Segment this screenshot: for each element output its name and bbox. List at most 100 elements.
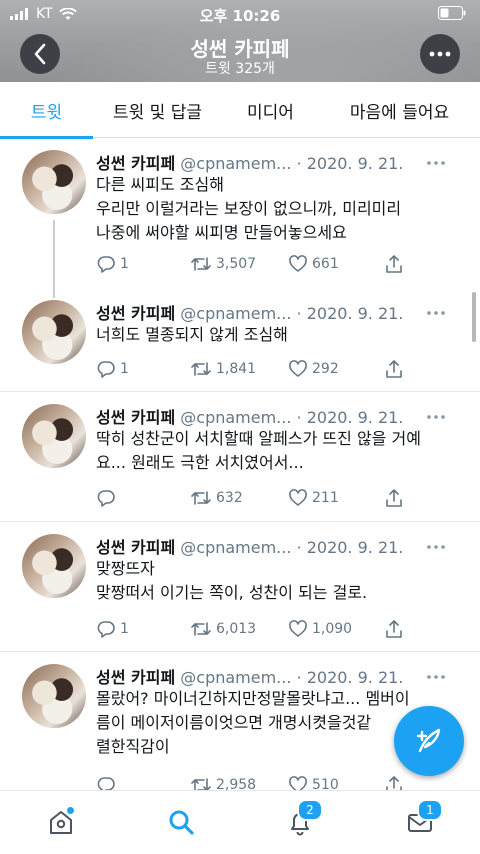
nav-search[interactable] bbox=[164, 805, 198, 839]
tweet-author-name[interactable]: 성썬 카피페 bbox=[96, 408, 175, 427]
more-options-button[interactable] bbox=[420, 34, 460, 74]
avatar[interactable] bbox=[22, 404, 86, 468]
avatar[interactable] bbox=[22, 300, 86, 364]
share-button[interactable] bbox=[384, 775, 404, 790]
tweet-text-line: 요... 원래도 극한 서치였어서... bbox=[96, 453, 304, 472]
tweet-options-icon[interactable] bbox=[426, 542, 446, 552]
share-button[interactable] bbox=[384, 359, 404, 379]
reply-count: 1 bbox=[120, 621, 129, 637]
tweet-author-name[interactable]: 성썬 카피페 bbox=[96, 538, 175, 557]
tweet-date: · 2020. 9. 21. bbox=[296, 538, 404, 557]
tweet-actions: 632 211 bbox=[96, 486, 460, 510]
like-button[interactable]: 211 bbox=[288, 488, 384, 508]
like-count: 661 bbox=[312, 256, 339, 272]
like-count: 510 bbox=[312, 777, 339, 790]
reply-icon bbox=[97, 777, 115, 790]
share-button[interactable] bbox=[384, 488, 404, 508]
tweet-actions: 1 1,841 292 bbox=[96, 357, 460, 381]
retweet-count: 6,013 bbox=[216, 621, 257, 637]
retweet-count: 2,958 bbox=[216, 777, 257, 790]
tweet-author-handle[interactable]: @cpnamem... bbox=[180, 538, 291, 557]
heart-icon bbox=[289, 360, 307, 377]
like-button[interactable]: 1,090 bbox=[288, 619, 384, 639]
profile-tabs: 트윗 트윗 및 답글 미디어 마음에 들어요 bbox=[0, 82, 480, 139]
tab-tweets[interactable]: 트윗 bbox=[0, 82, 93, 139]
heart-icon bbox=[289, 255, 307, 272]
reply-button[interactable]: 1 bbox=[96, 619, 190, 639]
like-count: 1,090 bbox=[312, 621, 353, 637]
more-icon bbox=[429, 51, 451, 57]
share-button[interactable] bbox=[384, 254, 404, 274]
nav-notifications[interactable]: 2 bbox=[283, 799, 323, 839]
tweet-author-handle[interactable]: @cpnamem... bbox=[180, 668, 291, 687]
tweet[interactable]: 성썬 카피페 @cpnamem... · 2020. 9. 21. 딱히 성찬군… bbox=[0, 392, 480, 522]
tweet-options-icon[interactable] bbox=[426, 412, 446, 422]
share-button[interactable] bbox=[384, 619, 404, 639]
like-button[interactable]: 510 bbox=[288, 775, 384, 790]
tweet-author-name[interactable]: 성썬 카피페 bbox=[96, 304, 175, 323]
tweet-author-name[interactable]: 성썬 카피페 bbox=[96, 668, 175, 687]
tweet[interactable]: 성썬 카피페 @cpnamem... · 2020. 9. 21. 너희도 멸종… bbox=[0, 288, 480, 392]
scrollbar[interactable] bbox=[472, 292, 476, 342]
tab-media[interactable]: 미디어 bbox=[222, 82, 319, 138]
tweet-text-line: 다른 씨피도 조심해 bbox=[96, 175, 224, 194]
reply-button[interactable] bbox=[96, 775, 190, 790]
share-icon bbox=[386, 360, 402, 378]
tweet-text-line: 우리만 이럴거라는 보장이 없으니까, 미리미리 bbox=[96, 199, 402, 218]
retweet-icon bbox=[191, 622, 211, 636]
tweet-header: 성썬 카피페 @cpnamem... · 2020. 9. 21. bbox=[96, 664, 466, 687]
tweet-text-line: 나중에 써야할 씨피명 만들어놓으세요 bbox=[96, 223, 347, 242]
retweet-button[interactable]: 2,958 bbox=[190, 775, 288, 790]
tweet-author-handle[interactable]: @cpnamem... bbox=[180, 408, 291, 427]
tweet-text: 너희도 멸종되지 않게 조심해 bbox=[96, 323, 460, 347]
avatar[interactable] bbox=[22, 534, 86, 598]
profile-header: KT 오후 10:26 성썬 카피페 트윗 325개 bbox=[0, 0, 480, 82]
like-count: 292 bbox=[312, 361, 339, 377]
tweet-text-line: 몰랐어? 마이너긴하지만정말몰랏냐고... 멤버이 bbox=[96, 689, 410, 708]
retweet-icon bbox=[191, 491, 211, 505]
like-button[interactable]: 292 bbox=[288, 359, 384, 379]
retweet-count: 3,507 bbox=[216, 256, 257, 272]
bottom-navigation: 2 1 bbox=[0, 790, 480, 854]
reply-button[interactable]: 1 bbox=[96, 254, 190, 274]
retweet-count: 632 bbox=[216, 490, 243, 506]
retweet-button[interactable]: 3,507 bbox=[190, 254, 288, 274]
search-icon bbox=[169, 810, 194, 835]
nav-home[interactable] bbox=[44, 805, 78, 839]
reply-icon bbox=[97, 256, 115, 273]
tab-likes[interactable]: 마음에 들어요 bbox=[319, 82, 480, 138]
avatar[interactable] bbox=[22, 150, 86, 214]
retweet-count: 1,841 bbox=[216, 361, 257, 377]
tweet-text: 맞짱뜨자 맞짱떠서 이기는 쪽이, 성찬이 되는 걸로. bbox=[96, 557, 460, 605]
retweet-button[interactable]: 6,013 bbox=[190, 619, 288, 639]
compose-tweet-button[interactable] bbox=[394, 706, 464, 776]
tweet-header: 성썬 카피페 @cpnamem... · 2020. 9. 21. bbox=[96, 534, 466, 557]
tweet-header: 성썬 카피페 @cpnamem... · 2020. 9. 21. bbox=[96, 404, 466, 427]
avatar[interactable] bbox=[22, 664, 86, 728]
tweet-author-name[interactable]: 성썬 카피페 bbox=[96, 154, 175, 173]
retweet-icon bbox=[191, 778, 211, 790]
reply-button[interactable] bbox=[96, 488, 190, 508]
tweet[interactable]: 성썬 카피페 @cpnamem... · 2020. 9. 21. 맞짱뜨자 맞… bbox=[0, 522, 480, 652]
share-icon bbox=[386, 255, 402, 273]
share-icon bbox=[386, 776, 402, 790]
tweet-actions: 1 6,013 1,090 bbox=[96, 617, 460, 641]
retweet-button[interactable]: 1,841 bbox=[190, 359, 288, 379]
tweet-date: · 2020. 9. 21. bbox=[296, 304, 404, 323]
tweet-options-icon[interactable] bbox=[426, 308, 446, 318]
reply-button[interactable]: 1 bbox=[96, 359, 190, 379]
tweet-author-handle[interactable]: @cpnamem... bbox=[180, 304, 291, 323]
nav-messages[interactable]: 1 bbox=[403, 799, 443, 839]
tweet-options-icon[interactable] bbox=[426, 672, 446, 682]
retweet-button[interactable]: 632 bbox=[190, 488, 288, 508]
tab-tweets-and-replies[interactable]: 트윗 및 답글 bbox=[93, 82, 222, 138]
tweet-header: 성썬 카피페 @cpnamem... · 2020. 9. 21. bbox=[96, 300, 466, 323]
tweet-author-handle[interactable]: @cpnamem... bbox=[180, 154, 291, 173]
reply-count: 1 bbox=[120, 361, 129, 377]
like-button[interactable]: 661 bbox=[288, 254, 384, 274]
tweet-actions: 2,958 510 bbox=[96, 773, 460, 790]
tweet-header: 성썬 카피페 @cpnamem... · 2020. 9. 21. bbox=[96, 150, 466, 173]
tweet-date: · 2020. 9. 21. bbox=[296, 408, 404, 427]
tweet[interactable]: 성썬 카피페 @cpnamem... · 2020. 9. 21. 다른 씨피도… bbox=[0, 138, 480, 298]
tweet-options-icon[interactable] bbox=[426, 158, 446, 168]
